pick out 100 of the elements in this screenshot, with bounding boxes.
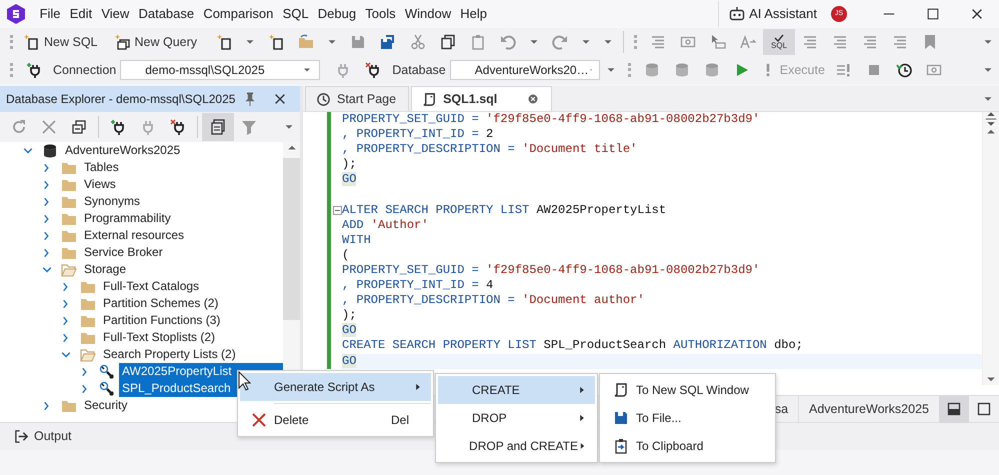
new-sql-button[interactable]: New SQL bbox=[19, 30, 102, 54]
disconnect-icon[interactable] bbox=[170, 119, 186, 135]
new-query-button[interactable]: New Query bbox=[110, 30, 202, 54]
tree-item[interactable]: AdventureWorks2025 bbox=[62, 142, 184, 159]
history-icon[interactable] bbox=[896, 62, 912, 78]
tree-item[interactable]: Service Broker bbox=[81, 244, 166, 261]
code-line: , PROPERTY_INT_ID = 4 bbox=[342, 278, 494, 294]
database-label: Database bbox=[391, 62, 447, 79]
menu-item[interactable]: Debug bbox=[313, 4, 361, 24]
tree-item[interactable]: Full-Text Catalogs bbox=[100, 278, 202, 295]
fold-icon[interactable] bbox=[333, 206, 342, 215]
new-document-icon[interactable] bbox=[268, 34, 284, 50]
pointer-icon[interactable] bbox=[710, 34, 726, 50]
open-folder-icon[interactable] bbox=[298, 34, 314, 50]
code-line: WITH bbox=[342, 232, 372, 248]
maximize-icon[interactable] bbox=[926, 7, 940, 21]
connection-dropdown[interactable]: demo-mssql\SQL2025 bbox=[120, 60, 320, 80]
documents-icon[interactable] bbox=[210, 119, 226, 135]
tree-item[interactable]: Synonyms bbox=[81, 193, 144, 210]
comment-icon[interactable] bbox=[892, 34, 908, 50]
paste-icon[interactable] bbox=[470, 34, 486, 50]
cut-icon[interactable] bbox=[410, 34, 426, 50]
redo-icon[interactable] bbox=[552, 34, 568, 50]
sql-document-icon bbox=[422, 92, 438, 106]
ai-assistant-button[interactable]: AI Assistant bbox=[718, 1, 825, 27]
tree-item[interactable]: Storage bbox=[81, 261, 130, 278]
tree-item[interactable]: Full-Text Stoplists (2) bbox=[100, 329, 218, 346]
tree-item[interactable]: Partition Functions (3) bbox=[100, 312, 224, 329]
database-icon[interactable] bbox=[704, 62, 720, 78]
tree-item[interactable]: Tables bbox=[81, 159, 122, 176]
editor-tab[interactable]: SQL1.sql bbox=[411, 86, 552, 111]
menu-item[interactable]: Database bbox=[134, 4, 199, 24]
editor-tab[interactable]: Start Page bbox=[305, 86, 410, 111]
undo-icon[interactable] bbox=[500, 34, 516, 50]
menu-item[interactable]: Help bbox=[456, 4, 492, 24]
folder-icon bbox=[61, 262, 77, 278]
database-dropdown[interactable]: AdventureWorks20… bbox=[450, 60, 600, 80]
tree-item[interactable]: Security bbox=[81, 397, 130, 414]
align-icon[interactable] bbox=[862, 34, 878, 50]
clipboard-icon bbox=[613, 438, 629, 454]
tree-item[interactable]: External resources bbox=[81, 227, 188, 244]
filter-icon[interactable] bbox=[241, 119, 257, 135]
execute-lines-icon[interactable] bbox=[836, 62, 852, 78]
list-icon[interactable] bbox=[650, 34, 666, 50]
add-connection-icon[interactable] bbox=[26, 62, 42, 78]
tree-item[interactable]: Search Property Lists (2) bbox=[100, 346, 239, 363]
status-item: sa bbox=[774, 400, 790, 418]
sql-check-button[interactable]: SQL bbox=[763, 29, 796, 55]
code-line: ); bbox=[342, 308, 358, 324]
code-line: , PROPERTY_DESCRIPTION = 'Document author' bbox=[342, 293, 646, 308]
tree-item[interactable]: Partition Schemes (2) bbox=[100, 295, 222, 312]
shortcut-label: Del bbox=[390, 412, 409, 429]
new-query-icon bbox=[114, 34, 130, 50]
new-document-icon[interactable] bbox=[216, 34, 232, 50]
split-icon[interactable] bbox=[984, 112, 998, 126]
menu-item[interactable]: File bbox=[35, 4, 66, 24]
frame-icon[interactable] bbox=[926, 62, 942, 78]
scrollbar[interactable] bbox=[982, 112, 999, 385]
frame-icon[interactable] bbox=[680, 34, 696, 50]
output-icon bbox=[14, 429, 29, 444]
start-page-icon bbox=[316, 92, 331, 106]
save-icon bbox=[613, 410, 629, 426]
delete-icon[interactable] bbox=[41, 119, 57, 135]
database-icon[interactable] bbox=[674, 62, 690, 78]
font-icon[interactable] bbox=[740, 34, 756, 50]
menu-item[interactable]: Comparison bbox=[198, 4, 278, 24]
save-all-icon[interactable] bbox=[380, 34, 396, 50]
menu-item[interactable]: Window bbox=[400, 4, 456, 24]
check-icon bbox=[774, 34, 784, 42]
code-line: CREATE SEARCH PROPERTY LIST SPL_ProductSearch AUTHORIZATION dbo; bbox=[342, 338, 804, 354]
indent-icon[interactable] bbox=[832, 34, 848, 50]
menu-item[interactable]: SQL bbox=[278, 4, 314, 24]
tab-close-icon[interactable] bbox=[527, 93, 540, 105]
delete-icon bbox=[251, 412, 267, 428]
code-line: PROPERTY_SET_GUID = 'f29f85e0-4ff9-1068-ab91-08002b27b3d9' bbox=[342, 112, 761, 128]
code-line: ); bbox=[342, 157, 358, 172]
menu-item[interactable]: Tools bbox=[360, 4, 400, 24]
tree-item[interactable]: Views bbox=[81, 176, 119, 193]
panel-title: Database Explorer - demo-mssql\SQL2025 bbox=[6, 91, 236, 108]
copy-icon[interactable] bbox=[440, 34, 456, 50]
wrench-icon bbox=[99, 380, 115, 396]
add-connection-icon[interactable] bbox=[110, 119, 126, 135]
close-icon[interactable] bbox=[273, 92, 288, 106]
menu-item[interactable]: View bbox=[96, 4, 134, 24]
menu-item[interactable]: Edit bbox=[65, 4, 97, 24]
refresh-icon[interactable] bbox=[11, 119, 27, 135]
tree-item[interactable]: Programmability bbox=[81, 210, 174, 227]
save-icon[interactable] bbox=[350, 34, 366, 50]
panel-icon[interactable] bbox=[976, 401, 992, 417]
disconnect-icon[interactable] bbox=[365, 62, 382, 78]
menu-item[interactable]: CREATE bbox=[438, 376, 595, 404]
database-icon[interactable] bbox=[644, 62, 660, 78]
close-icon[interactable] bbox=[970, 7, 984, 21]
menu-item[interactable]: Generate Script As bbox=[240, 373, 431, 401]
connection-label: Connection bbox=[52, 62, 118, 79]
collapse-icon[interactable] bbox=[71, 119, 87, 135]
output-tab[interactable]: Output bbox=[14, 424, 76, 448]
outdent-icon[interactable] bbox=[802, 34, 818, 50]
panel-toggle-icon[interactable] bbox=[946, 401, 962, 417]
sql-document-icon bbox=[613, 382, 629, 398]
